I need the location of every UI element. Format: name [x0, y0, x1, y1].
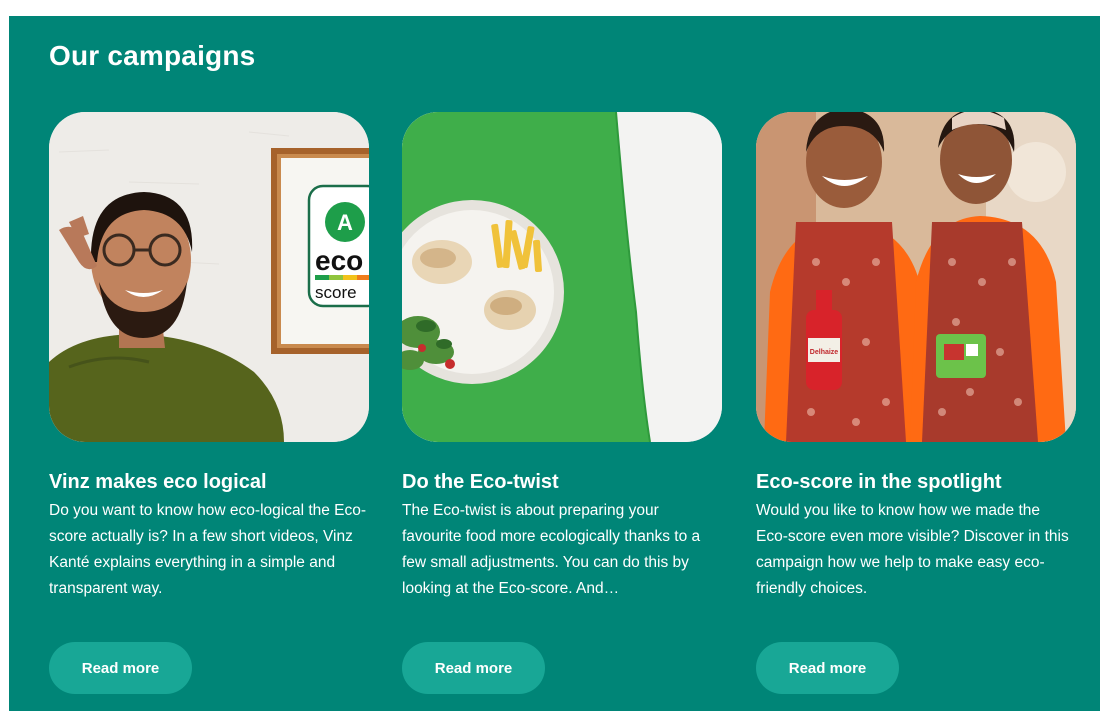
poster-score-text: score: [315, 283, 357, 302]
campaigns-section: Our campaigns A eco score Vinz makes eco…: [9, 16, 1100, 711]
read-more-button-eco-twist[interactable]: Read more: [402, 642, 545, 694]
read-more-button-spotlight[interactable]: Read more: [756, 642, 899, 694]
campaign-card-spotlight: Delhaize Eco-score in the spotlight Woul…: [756, 112, 1076, 602]
campaign-title-eco-twist[interactable]: Do the Eco-twist: [402, 468, 722, 496]
campaign-description-eco-twist: The Eco-twist is about preparing your fa…: [402, 502, 701, 597]
campaign-image-eco-twist[interactable]: [402, 112, 722, 442]
section-title: Our campaigns: [49, 40, 256, 71]
campaign-card-vinz: A eco score Vinz makes eco logical Do yo…: [49, 112, 369, 602]
read-more-button-vinz[interactable]: Read more: [49, 642, 192, 694]
campaign-title-spotlight[interactable]: Eco-score in the spotlight: [756, 468, 1076, 496]
campaign-title-vinz[interactable]: Vinz makes eco logical: [49, 468, 369, 496]
campaign-card-eco-twist: Do the Eco-twist The Eco-twist is about …: [402, 112, 722, 602]
poster-eco-text: eco: [315, 245, 363, 276]
campaign-description-spotlight: Would you like to know how we made the E…: [756, 502, 1069, 597]
campaign-image-spotlight[interactable]: Delhaize: [756, 112, 1076, 442]
campaign-image-vinz[interactable]: A eco score: [49, 112, 369, 442]
bottle-label: Delhaize: [810, 349, 839, 356]
campaign-description-vinz: Do you want to know how eco-logical the …: [49, 502, 367, 597]
poster-letter: A: [337, 210, 353, 235]
